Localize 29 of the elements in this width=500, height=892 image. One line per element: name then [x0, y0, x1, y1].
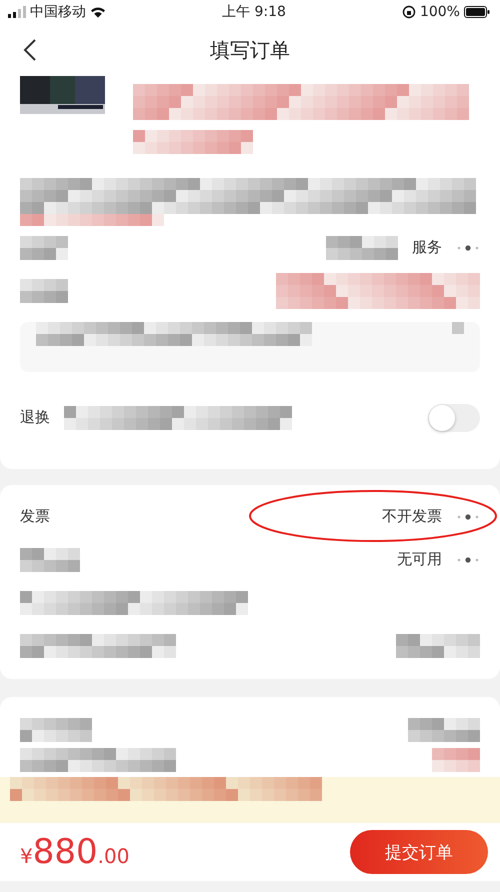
row-value: 不开发票 — [382, 507, 442, 526]
signal-icon — [8, 6, 26, 18]
battery-percent: 100% — [420, 4, 460, 20]
more-dots-icon — [456, 244, 480, 250]
toggle-switch[interactable] — [428, 404, 480, 432]
pixelated-region — [432, 748, 480, 772]
submit-order-button[interactable]: 提交订单 — [350, 830, 488, 874]
more-dots-icon — [456, 514, 480, 520]
page-title: 填写订单 — [210, 36, 290, 64]
wifi-icon — [90, 6, 106, 18]
orientation-lock-icon — [402, 5, 416, 19]
battery-icon — [464, 6, 490, 18]
back-icon[interactable] — [22, 38, 38, 62]
pixelated-region — [452, 322, 464, 334]
more-dots-icon — [456, 556, 480, 562]
total-price: ¥880.00 — [20, 832, 130, 872]
clock-time: 上午 9:18 — [222, 3, 286, 21]
pixelated-region — [20, 278, 68, 302]
pixelated-region — [326, 236, 398, 260]
row-label: 发票 — [20, 507, 50, 526]
pixelated-region — [20, 236, 68, 260]
delivery-note-field[interactable] — [20, 322, 480, 372]
row-value: 无可用 — [397, 550, 442, 569]
pixelated-region — [408, 718, 480, 742]
carrier-name: 中国移动 — [30, 3, 86, 21]
service-label: 服务 — [412, 238, 442, 257]
return-label: 退换 — [20, 408, 50, 427]
pixelated-region — [20, 548, 80, 572]
pixelated-region — [20, 718, 92, 742]
